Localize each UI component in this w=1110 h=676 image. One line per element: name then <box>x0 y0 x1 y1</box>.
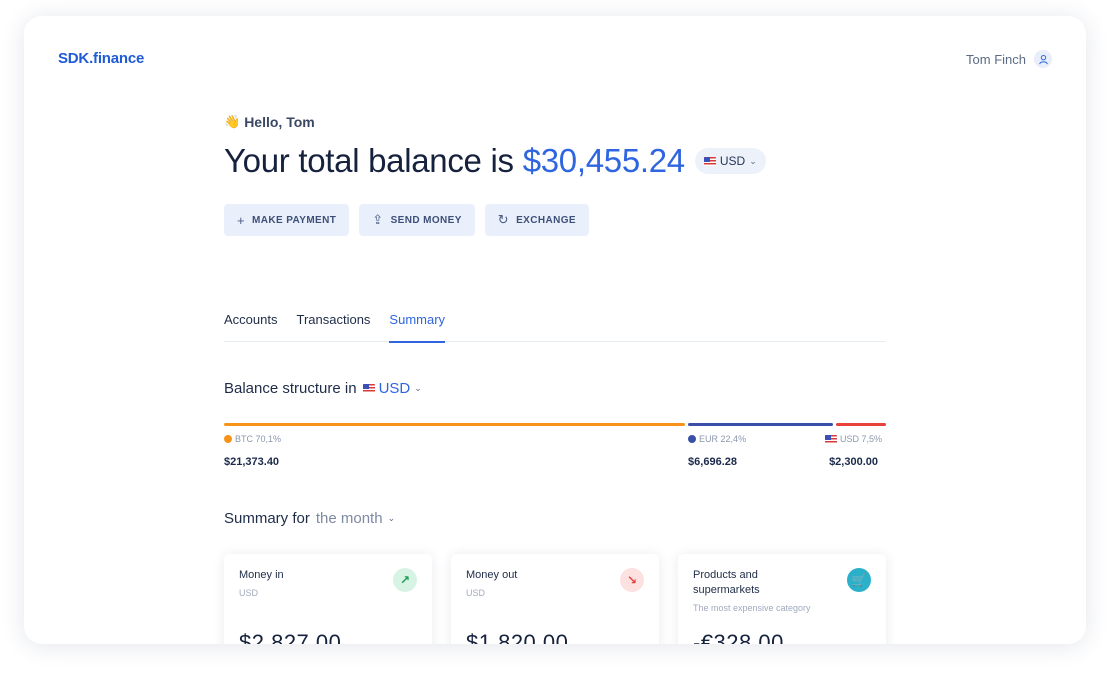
period-value: the month <box>315 510 383 527</box>
chevron-down-icon: ⌄ <box>414 383 422 393</box>
card-subtitle: The most expensive category <box>693 603 811 613</box>
summary-label: Summary for <box>224 510 310 527</box>
bitcoin-icon <box>224 435 232 443</box>
logo[interactable]: SDK.finance <box>58 50 144 67</box>
card-title: Money out <box>466 569 518 581</box>
card-title: Money in <box>239 569 284 581</box>
make-payment-button[interactable]: + Make payment <box>224 204 350 236</box>
app-window: SDK.finance Tom Finch 👋 Hello, Tom Your … <box>24 16 1086 644</box>
money-out-card[interactable]: Money out USD ↘ $1,820.00 <box>451 554 659 644</box>
usd-share: USD 7,5% <box>839 434 882 444</box>
balance-amount: $30,455.24 <box>522 142 685 179</box>
card-amount: -€328.00 <box>693 630 784 644</box>
btc-segment-label: BTC 70,1% <box>224 434 281 444</box>
structure-currency-code: USD <box>378 380 411 397</box>
currency-code: USD <box>719 154 746 168</box>
card-amount: $1,820.00 <box>466 630 569 644</box>
btc-bar <box>224 423 686 426</box>
arrow-down-right-icon: ↘ <box>620 568 644 592</box>
money-in-card[interactable]: Money in USD ↗ $2,827.00 <box>224 554 432 644</box>
eur-share: EUR 22,4% <box>699 434 747 444</box>
summary-cards: Money in USD ↗ $2,827.00 Money out USD ↘… <box>224 554 886 644</box>
exchange-button[interactable]: ↻ Exchange <box>484 204 589 236</box>
period-selector[interactable]: the month ⌄ <box>316 510 395 527</box>
greeting: 👋 Hello, Tom <box>224 114 315 130</box>
balance-structure-label: Balance structure in <box>224 380 357 397</box>
greeting-text: Hello, Tom <box>244 114 315 130</box>
chevron-down-icon: ⌄ <box>387 513 396 523</box>
usd-segment-label: USD 7,5% <box>824 434 882 444</box>
tab-transactions[interactable]: Transactions <box>296 312 370 342</box>
balance-structure-bar <box>224 423 886 426</box>
us-flag-icon <box>362 384 375 393</box>
btc-segment-value: $21,373.40 <box>224 456 280 468</box>
tab-summary[interactable]: Summary <box>389 312 445 343</box>
arrow-up-right-icon: ↗ <box>393 568 417 592</box>
action-bar: + Make payment ⇪ Send money ↻ Exchange <box>224 204 589 236</box>
tab-accounts[interactable]: Accounts <box>224 312 277 342</box>
refresh-icon: ↻ <box>497 212 510 227</box>
card-amount: $2,827.00 <box>239 630 342 644</box>
chevron-down-icon: ⌄ <box>749 155 757 166</box>
eu-flag-icon <box>688 435 697 443</box>
make-payment-label: Make payment <box>252 214 337 226</box>
cart-icon: 🛒 <box>847 568 871 592</box>
total-balance: Your total balance is $30,455.24 USD ⌄ <box>224 142 766 180</box>
summary-title: Summary for the month ⌄ <box>224 510 395 527</box>
send-money-button[interactable]: ⇪ Send money <box>359 204 475 236</box>
card-subtitle: USD <box>466 588 486 598</box>
balance-structure-title: Balance structure in USD ⌄ <box>224 380 422 397</box>
exchange-label: Exchange <box>516 214 576 226</box>
send-money-label: Send money <box>390 214 462 226</box>
balance-label: Your total balance is <box>224 142 514 179</box>
user-name: Tom Finch <box>966 51 1026 67</box>
usd-bar <box>836 423 886 426</box>
eur-segment-value: $6,696.28 <box>688 456 737 468</box>
card-subtitle: USD <box>239 588 259 598</box>
currency-selector[interactable]: USD ⌄ <box>694 148 766 174</box>
card-title: Products and supermarkets <box>693 569 760 596</box>
user-icon[interactable] <box>1034 50 1052 68</box>
structure-currency-selector[interactable]: USD ⌄ <box>362 380 422 397</box>
wave-icon: 👋 <box>224 114 241 129</box>
eur-segment-label: EUR 22,4% <box>688 434 746 444</box>
user-menu[interactable]: Tom Finch <box>966 50 1052 68</box>
top-category-card[interactable]: Products and supermarkets The most expen… <box>678 554 886 644</box>
btc-share: BTC 70,1% <box>235 434 282 444</box>
us-flag-icon <box>703 156 716 166</box>
eur-bar <box>688 423 834 426</box>
upload-icon: ⇪ <box>372 212 384 227</box>
usd-segment-value: $2,300.00 <box>829 456 878 468</box>
plus-icon: + <box>237 212 245 228</box>
us-flag-icon <box>824 434 837 444</box>
tab-bar: Accounts Transactions Summary <box>224 312 886 343</box>
